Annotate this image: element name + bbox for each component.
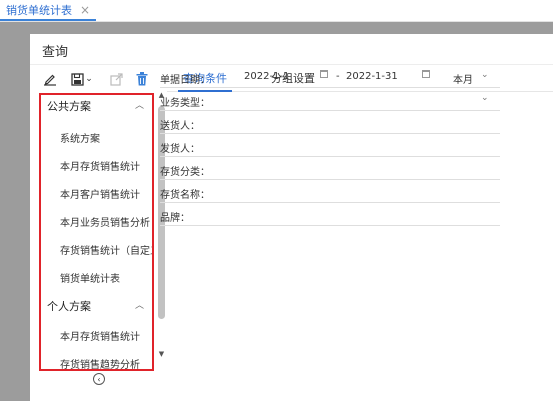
biz-type-row[interactable]: 业务类型： ⌄ xyxy=(160,90,500,111)
brand-row[interactable]: 品牌： xyxy=(160,205,500,226)
export-icon[interactable] xyxy=(108,65,124,93)
close-icon[interactable]: × xyxy=(80,3,90,17)
chevron-down-icon[interactable]: ⌄ xyxy=(85,74,93,84)
public-plans-header[interactable]: 公共方案 ︿ xyxy=(41,95,152,117)
deliverer-row[interactable]: 送货人： xyxy=(160,113,500,134)
inv-class-row[interactable]: 存货分类： xyxy=(160,159,500,180)
date-separator: - xyxy=(336,71,340,82)
personal-plans-title: 个人方案 xyxy=(47,300,91,313)
plan-toolbar: ⌄ xyxy=(30,65,167,93)
list-item[interactable]: 销货单统计表 xyxy=(41,263,152,291)
date-label: 单据日期： xyxy=(160,75,210,86)
list-item[interactable]: 本月业务员销售分析 xyxy=(41,207,152,235)
save-icon[interactable]: ⌄ xyxy=(70,65,94,93)
deliverer-label: 送货人： xyxy=(160,121,200,132)
chevron-down-icon[interactable]: ⌄ xyxy=(481,93,489,103)
personal-plans-header[interactable]: 个人方案 ︿ xyxy=(41,295,152,317)
brand-label: 品牌： xyxy=(160,213,190,224)
shipper-label: 发货人： xyxy=(160,144,200,155)
tab-bar: 销货单统计表 × xyxy=(0,0,553,22)
inv-name-label: 存货名称： xyxy=(160,190,210,201)
delete-icon[interactable] xyxy=(134,65,150,93)
plan-list-highlight: 公共方案 ︿ 系统方案 本月存货销售统计 本月客户销售统计 本月业务员销售分析 … xyxy=(39,93,154,371)
list-item[interactable]: 系统方案 xyxy=(41,123,152,151)
public-plans-title: 公共方案 xyxy=(47,100,91,113)
plan-panel: 公共方案 ︿ 系统方案 本月存货销售统计 本月客户销售统计 本月业务员销售分析 … xyxy=(30,91,167,401)
date-from-field[interactable]: 2022-1-1 xyxy=(244,71,289,82)
list-item[interactable]: 存货销售趋势分析 xyxy=(41,349,152,370)
list-item[interactable]: 本月客户销售统计 xyxy=(41,179,152,207)
chevron-down-icon[interactable]: ⌄ xyxy=(481,70,489,80)
plan-scrollbar[interactable]: ▲ ▼ xyxy=(157,91,166,371)
shipper-row[interactable]: 发货人： xyxy=(160,136,500,157)
collapse-panel-icon[interactable]: ‹ xyxy=(93,373,105,385)
biz-type-label: 业务类型： xyxy=(160,98,210,109)
inv-class-label: 存货分类： xyxy=(160,167,210,178)
edit-icon[interactable] xyxy=(42,65,58,93)
period-select[interactable]: 本月 xyxy=(453,71,473,86)
list-item[interactable]: 本月存货销售统计 xyxy=(41,321,152,349)
chevron-up-icon[interactable]: ︿ xyxy=(135,298,144,311)
tab-sales-summary[interactable]: 销货单统计表 × xyxy=(0,0,97,21)
list-item[interactable]: 本月存货销售统计 xyxy=(41,151,152,179)
scroll-down-icon[interactable]: ▼ xyxy=(157,350,166,359)
inv-name-row[interactable]: 存货名称： xyxy=(160,182,500,203)
tab-label: 销货单统计表 xyxy=(6,3,72,17)
calendar-icon[interactable] xyxy=(422,70,430,78)
list-item[interactable]: 存货销售统计（自定义） xyxy=(41,235,152,263)
dialog-header: 查询 xyxy=(30,34,553,65)
dialog-title: 查询 xyxy=(42,45,69,60)
calendar-icon[interactable] xyxy=(320,70,328,78)
date-to-field[interactable]: 2022-1-31 xyxy=(346,71,398,82)
date-row: 单据日期： 2022-1-1 - 2022-1-31 本月 ⌄ xyxy=(160,67,500,88)
chevron-up-icon[interactable]: ︿ xyxy=(135,98,144,111)
